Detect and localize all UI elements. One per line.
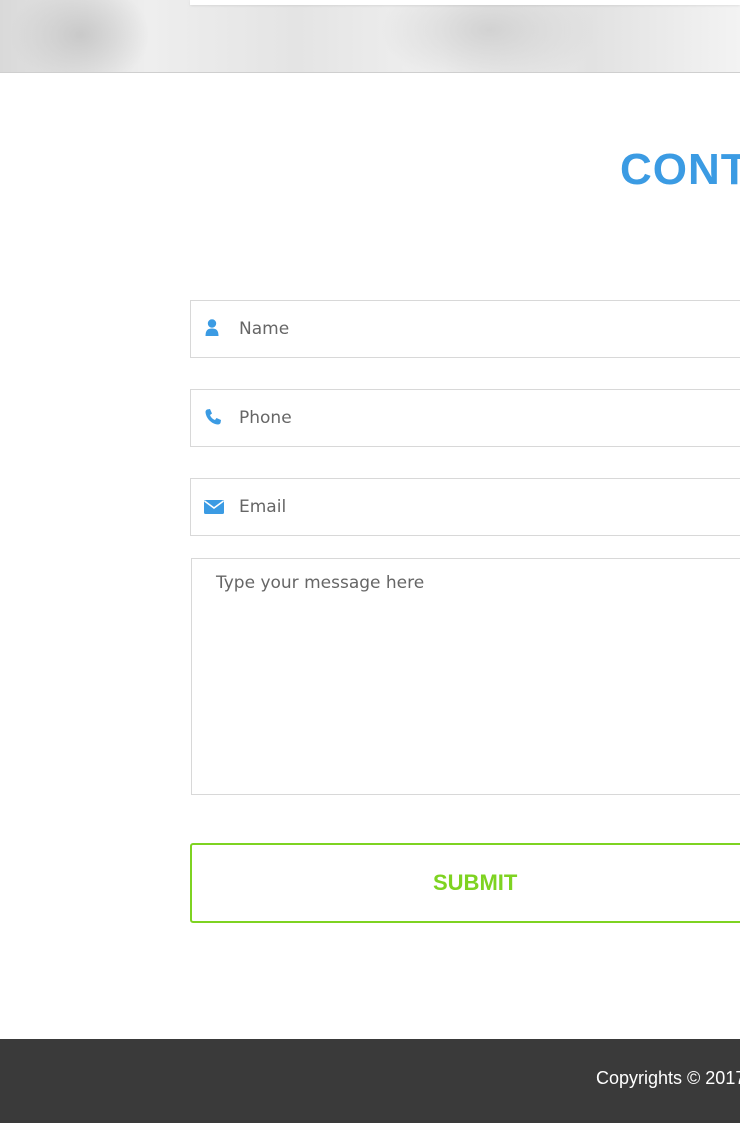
banner-card-edge [190,0,740,5]
copyright-text: Copyrights © 2017 [596,1068,740,1088]
phone-input[interactable] [239,390,739,446]
contact-page: CONT SUBMIT Copyrights © 2017 [0,0,740,1123]
email-field [190,478,740,536]
email-input[interactable] [239,479,739,535]
envelope-icon [203,496,225,518]
phone-icon [203,407,225,429]
message-textarea[interactable] [191,558,740,795]
name-input[interactable] [239,301,739,357]
footer: Copyrights © 2017 [0,1039,740,1123]
banner-texture [10,0,150,72]
banner-texture [380,0,600,72]
hero-banner-image [0,0,740,73]
contact-section-title: CONT [620,145,740,194]
submit-button[interactable]: SUBMIT [190,843,740,923]
phone-field [190,389,740,447]
name-field [190,300,740,358]
user-icon [203,318,225,340]
